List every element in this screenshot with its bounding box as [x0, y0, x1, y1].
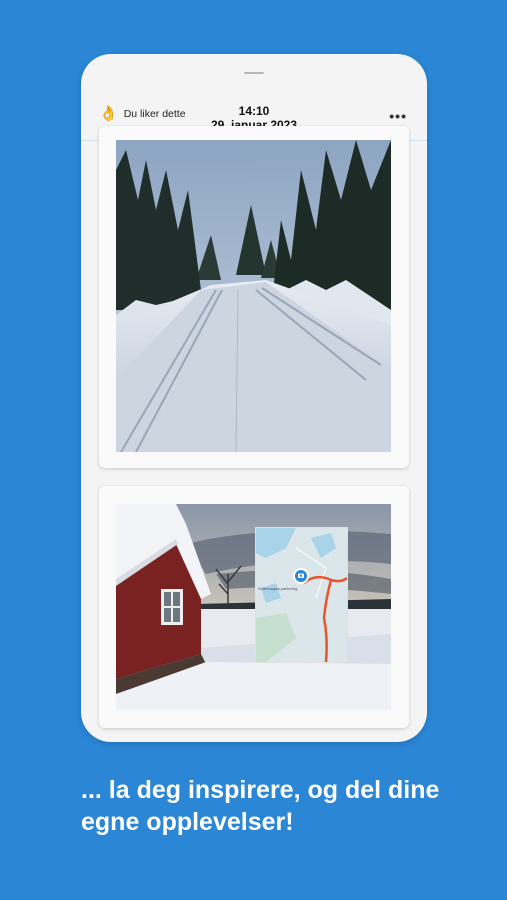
map-place-label: Sollerhøgda parkering: [258, 586, 297, 591]
ski-trail-photo[interactable]: [116, 140, 391, 452]
ski-trail-image: [116, 140, 391, 452]
post-time: 14:10: [238, 104, 270, 118]
route-map-thumbnail[interactable]: Sollerhøgda parkering: [255, 527, 348, 663]
phone-frame: 👌 Du liker dette 14:10 29. januar 2023 •…: [81, 54, 427, 742]
photo-card[interactable]: [99, 126, 409, 468]
cabin-image: [116, 504, 391, 710]
more-dots-icon[interactable]: •••: [389, 108, 407, 124]
route-map: Sollerhøgda parkering: [256, 528, 347, 662]
grab-handle[interactable]: [244, 72, 264, 74]
photo-card[interactable]: [99, 486, 409, 728]
cabin-photo[interactable]: [116, 504, 391, 710]
tagline: ... la deg inspirere, og del dine egne o…: [81, 776, 440, 836]
